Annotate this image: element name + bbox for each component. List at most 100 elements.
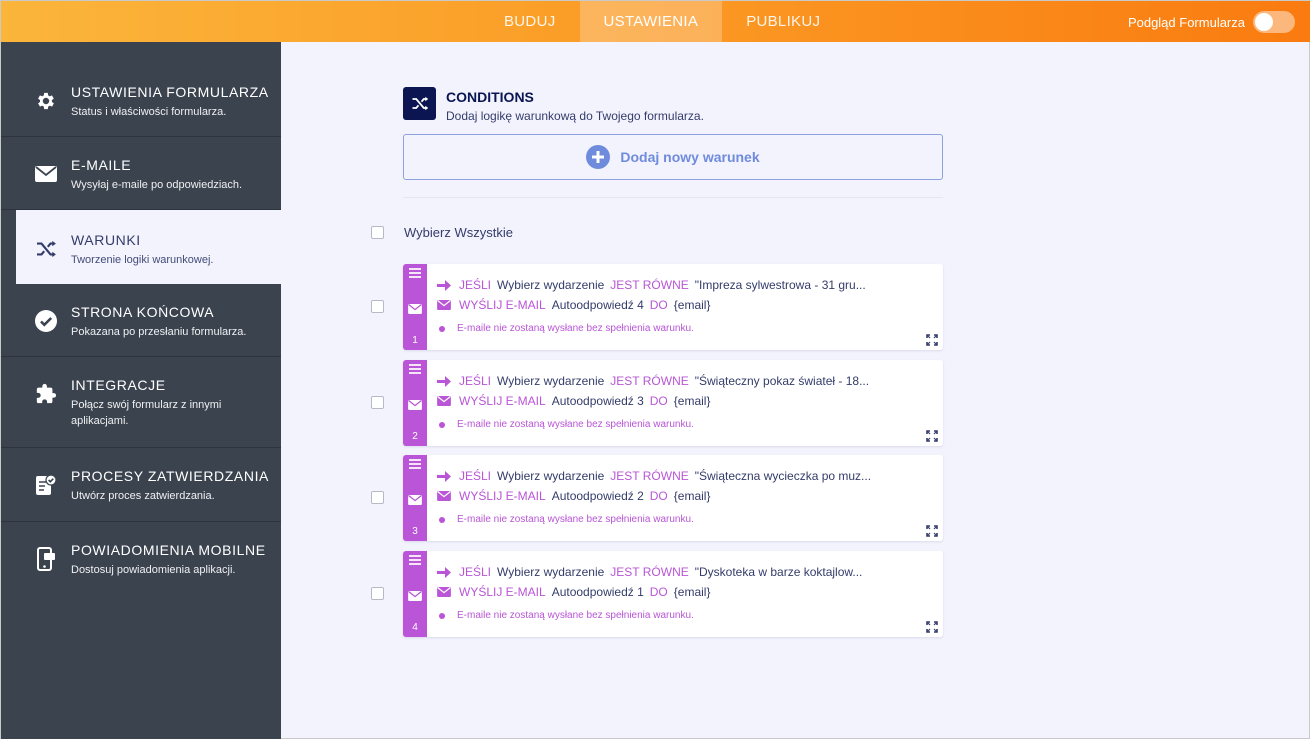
add-new-condition-button[interactable]: Dodaj nowy warunek <box>403 134 943 180</box>
tab-publish[interactable]: PUBLIKUJ <box>722 1 844 42</box>
sidebar-item-title: POWIADOMIENIA MOBILNE <box>71 542 266 558</box>
condition-field: Wybierz wydarzenie <box>497 278 605 292</box>
select-all-checkbox[interactable] <box>371 226 384 239</box>
condition-note: E-maile nie zostaną wysłane bez spełnien… <box>439 610 694 621</box>
page-subtitle: Dodaj logikę warunkową do Twojego formul… <box>446 109 704 123</box>
envelope-icon <box>408 301 422 319</box>
condition-note-text: E-maile nie zostaną wysłane bez spełnien… <box>457 323 694 334</box>
condition-note-text: E-maile nie zostaną wysłane bez spełnien… <box>457 419 694 430</box>
condition-action-line: WYŚLIJ E-MAIL Autoodpowiedź 4 DO {email} <box>437 298 710 312</box>
toggle-knob <box>1255 13 1273 31</box>
select-all: Wybierz Wszystkie <box>371 225 513 240</box>
condition-row: 1 JEŚLI Wybierz wydarzenie JEST RÓWNE "I… <box>371 264 943 350</box>
gear-icon <box>33 88 59 114</box>
operator-keyword: JEST RÓWNE <box>610 278 689 292</box>
sidebar-item-thank-you-page[interactable]: STRONA KOŃCOWA Pokazana po przesłaniu fo… <box>1 284 281 357</box>
action-recipient: {email} <box>673 298 711 312</box>
top-bar: BUDUJ USTAWIENIA PUBLIKUJ Podgląd Formul… <box>1 1 1310 42</box>
drag-grip-icon <box>409 364 421 376</box>
condition-row: 4 JEŚLI Wybierz wydarzenie JEST RÓWNE "D… <box>371 551 943 637</box>
action-recipient: {email} <box>673 394 711 408</box>
expand-icon[interactable] <box>926 429 938 442</box>
envelope-icon <box>437 300 453 310</box>
condition-action-line: WYŚLIJ E-MAIL Autoodpowiedź 3 DO {email} <box>437 394 710 408</box>
condition-drag-handle[interactable]: 4 <box>403 551 427 637</box>
arrow-right-icon <box>437 279 453 291</box>
action-recipient: {email} <box>673 489 711 503</box>
bullet-dot <box>439 612 445 619</box>
sidebar-item-subtitle: Pokazana po przesłaniu formularza. <box>71 326 247 338</box>
drag-grip-icon <box>409 459 421 471</box>
condition-drag-handle[interactable]: 3 <box>403 455 427 541</box>
condition-value: "Świąteczny pokaz świateł - 18... <box>694 374 870 388</box>
envelope-icon <box>437 396 453 406</box>
sidebar-item-approval-flows[interactable]: PROCESY ZATWIERDZANIA Utwórz proces zatw… <box>1 448 281 522</box>
add-new-condition-label: Dodaj nowy warunek <box>620 149 760 165</box>
condition-checkbox[interactable] <box>371 491 384 504</box>
condition-drag-handle[interactable]: 1 <box>403 264 427 350</box>
action-keyword: WYŚLIJ E-MAIL <box>459 298 546 312</box>
expand-icon[interactable] <box>926 620 938 633</box>
sidebar-item-emails[interactable]: E-MAILE Wysyłaj e-maile po odpowiedziach… <box>1 137 281 210</box>
sidebar-item-integrations[interactable]: INTEGRACJE Połącz swój formularz z innym… <box>1 357 281 448</box>
sidebar-item-title: E-MAILE <box>71 157 132 173</box>
action-keyword: WYŚLIJ E-MAIL <box>459 394 546 408</box>
mobile-icon <box>33 546 59 572</box>
condition-checkbox[interactable] <box>371 587 384 600</box>
envelope-icon <box>33 161 59 187</box>
condition-card[interactable]: 2 JEŚLI Wybierz wydarzenie JEST RÓWNE "Ś… <box>403 360 943 446</box>
condition-row: 2 JEŚLI Wybierz wydarzenie JEST RÓWNE "Ś… <box>371 360 943 446</box>
condition-field: Wybierz wydarzenie <box>497 469 605 483</box>
divider <box>403 197 943 198</box>
envelope-icon <box>408 588 422 606</box>
bullet-dot <box>439 325 445 332</box>
condition-value: "Impreza sylwestrowa - 31 gru... <box>694 278 866 292</box>
sidebar-item-form-settings[interactable]: USTAWIENIA FORMULARZA Status i właściwoś… <box>1 42 281 137</box>
to-keyword: DO <box>649 298 668 312</box>
action-target: Autoodpowiedź 4 <box>551 298 644 312</box>
form-preview-toggle[interactable] <box>1253 11 1295 33</box>
tab-settings[interactable]: USTAWIENIA <box>579 1 723 42</box>
condition-note: E-maile nie zostaną wysłane bez spełnien… <box>439 419 694 430</box>
action-target: Autoodpowiedź 3 <box>551 394 644 408</box>
sidebar-item-subtitle: Tworzenie logiki warunkowej. <box>71 254 214 266</box>
condition-note-text: E-maile nie zostaną wysłane bez spełnien… <box>457 610 694 621</box>
action-target: Autoodpowiedź 2 <box>551 489 644 503</box>
drag-grip-icon <box>409 268 421 280</box>
condition-card[interactable]: 4 JEŚLI Wybierz wydarzenie JEST RÓWNE "D… <box>403 551 943 637</box>
sidebar-item-title: USTAWIENIA FORMULARZA <box>71 84 269 100</box>
envelope-icon <box>408 492 422 510</box>
condition-checkbox[interactable] <box>371 300 384 313</box>
sidebar-item-mobile-notifications[interactable]: POWIADOMIENIA MOBILNE Dostosuj powiadomi… <box>1 522 281 596</box>
condition-number: 2 <box>412 431 418 442</box>
settings-sidebar: USTAWIENIA FORMULARZA Status i właściwoś… <box>1 42 281 739</box>
action-recipient: {email} <box>673 585 711 599</box>
condition-note: E-maile nie zostaną wysłane bez spełnien… <box>439 514 694 525</box>
condition-number: 3 <box>412 526 418 537</box>
expand-icon[interactable] <box>926 524 938 537</box>
condition-drag-handle[interactable]: 2 <box>403 360 427 446</box>
expand-icon[interactable] <box>926 333 938 346</box>
sidebar-item-title: STRONA KOŃCOWA <box>71 304 215 320</box>
if-keyword: JEŚLI <box>459 565 492 579</box>
condition-card[interactable]: 1 JEŚLI Wybierz wydarzenie JEST RÓWNE "I… <box>403 264 943 350</box>
tab-build[interactable]: BUDUJ <box>480 1 580 42</box>
puzzle-icon <box>33 381 59 407</box>
condition-if-line: JEŚLI Wybierz wydarzenie JEST RÓWNE "Dys… <box>437 565 862 579</box>
arrow-right-icon <box>437 375 453 387</box>
arrow-right-icon <box>437 470 453 482</box>
condition-card[interactable]: 3 JEŚLI Wybierz wydarzenie JEST RÓWNE "Ś… <box>403 455 943 541</box>
top-nav: BUDUJ USTAWIENIA PUBLIKUJ <box>480 1 844 42</box>
to-keyword: DO <box>649 394 668 408</box>
condition-row: 3 JEŚLI Wybierz wydarzenie JEST RÓWNE "Ś… <box>371 455 943 541</box>
condition-field: Wybierz wydarzenie <box>497 374 605 388</box>
envelope-icon <box>408 397 422 415</box>
sidebar-item-subtitle: Utwórz proces zatwierdzania. <box>71 490 215 502</box>
if-keyword: JEŚLI <box>459 469 492 483</box>
sidebar-item-title: WARUNKI <box>71 232 141 248</box>
condition-checkbox[interactable] <box>371 396 384 409</box>
sidebar-item-conditions[interactable]: WARUNKI Tworzenie logiki warunkowej. <box>16 210 281 284</box>
shuffle-icon <box>403 87 436 120</box>
plus-circle-icon <box>586 145 611 169</box>
condition-number: 1 <box>412 335 418 346</box>
